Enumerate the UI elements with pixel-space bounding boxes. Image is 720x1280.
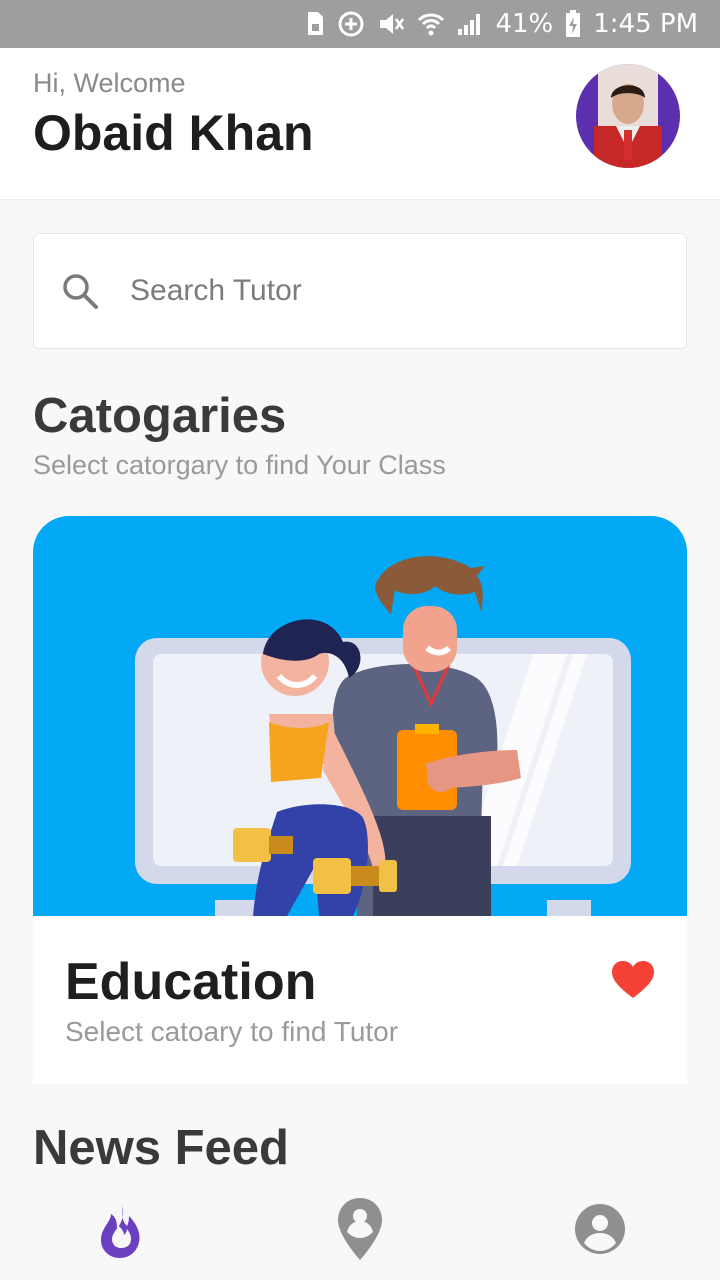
data-saver-icon [337,10,365,38]
clock: 1:45 PM [593,9,698,39]
category-subtitle: Select catoary to find Tutor [65,1016,399,1047]
avatar[interactable] [576,64,680,168]
battery-percent: 41% [495,9,554,39]
wifi-icon [417,11,445,37]
profile-icon [575,1204,625,1254]
greeting-text: Hi, Welcome [33,68,186,98]
signal-icon [457,12,483,36]
categories-title: Catogaries [33,389,287,443]
flame-icon [101,1202,140,1258]
battery-charging-icon [565,10,581,38]
fitness-trainers-illustration [33,516,687,916]
search-input[interactable] [128,273,612,309]
nav-item-location[interactable] [320,1194,400,1264]
heart-icon[interactable] [611,960,655,1000]
bottom-navigation [0,1176,720,1280]
mute-icon [377,10,405,38]
category-title: Education [65,953,317,1011]
nav-item-profile[interactable] [560,1194,640,1264]
nav-item-home[interactable] [80,1194,160,1264]
search-bar[interactable] [33,233,687,349]
category-card-education[interactable]: Education Select catoary to find Tutor [33,516,687,1084]
sim-icon [305,11,325,37]
location-pin-icon [338,1198,382,1260]
news-feed-title: News Feed [33,1121,289,1175]
search-icon[interactable] [60,271,100,311]
user-name: Obaid Khan [33,105,314,161]
user-avatar-photo [594,64,662,168]
status-bar: 41% 1:45 PM [0,0,720,48]
categories-subtitle: Select catorgary to find Your Class [33,450,446,480]
app-header: Hi, Welcome Obaid Khan [0,48,720,200]
